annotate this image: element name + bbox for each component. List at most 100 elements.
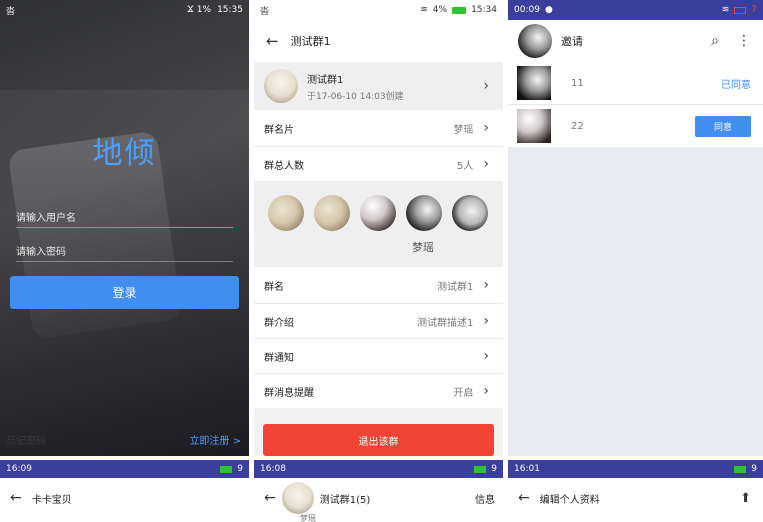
group-header-row[interactable]: 测试群1 于17-06-10 14:03创建 ›	[254, 62, 503, 110]
status-bar: 沓 ≋ 4% 15:34	[254, 0, 503, 20]
app-bar: ← 编辑个人资料 ⬆	[508, 478, 763, 518]
status-bar: 16:08 9	[254, 460, 503, 478]
row-group-name[interactable]: 群名 测试群1 ›	[254, 267, 503, 303]
wifi-signal-icon: ≋	[420, 5, 428, 15]
status-time: 16:09	[6, 464, 32, 474]
chat-screen-group: 16:08 9 ← 测试群1(5) 信息 梦瑶	[254, 460, 503, 522]
exit-group-label: 退出该群	[358, 436, 399, 448]
forgot-password-link[interactable]: 忘记密码	[6, 432, 46, 447]
group-created: 于17-06-10 14:03创建	[307, 91, 404, 102]
app-bar: ← 测试群1(5) 信息	[254, 478, 503, 518]
member-avatar[interactable]	[406, 195, 442, 231]
chevron-right-icon: ›	[483, 78, 489, 94]
edit-profile-screen: 16:01 9 ← 编辑个人资料 ⬆	[508, 460, 763, 522]
member-avatar[interactable]	[314, 195, 350, 231]
status-bar: 00:09 ● ≋ 7	[508, 0, 763, 20]
agree-button[interactable]: 同意	[694, 115, 751, 137]
row-group-notice[interactable]: 群通知 ›	[254, 339, 503, 373]
username-field[interactable]: 请输入用户名	[16, 206, 233, 228]
status-right: 7	[751, 5, 757, 15]
status-time: 00:09	[514, 5, 540, 15]
upload-icon[interactable]: ⬆	[740, 491, 751, 506]
battery-icon	[734, 465, 747, 473]
row-value: 测试群描述1	[417, 317, 474, 329]
register-link[interactable]: 立即注册 >	[189, 432, 241, 447]
row-value: 测试群1	[437, 281, 474, 293]
row-label: 群总人数	[264, 160, 304, 172]
status-right: 9	[237, 464, 243, 474]
more-vert-icon[interactable]: ⋮	[737, 33, 751, 49]
chat-bubble-icon: ●	[544, 5, 553, 15]
battery-icon	[220, 465, 233, 473]
back-arrow-icon[interactable]: ←	[518, 490, 530, 506]
invite-name: 11	[571, 77, 584, 89]
page-title: 测试群1(5)	[319, 494, 371, 506]
settings-list-bottom: 群名 测试群1 › 群介绍 测试群描述1 › 群通知 › 群消息提醒 开启 ›	[254, 267, 503, 408]
exit-group-button[interactable]: 退出该群	[263, 424, 494, 456]
member-name: 梦瑶	[412, 241, 434, 254]
chevron-right-icon: ›	[483, 120, 489, 136]
page-title: 编辑个人资料	[539, 494, 600, 506]
status-bar: 沓 Ϫ 1% 15:35	[0, 0, 249, 20]
invite-item[interactable]: 22 同意	[508, 105, 763, 147]
group-avatar	[281, 482, 314, 514]
search-icon[interactable]: ⌕	[711, 33, 719, 49]
row-value: 梦瑶	[453, 124, 474, 136]
chevron-right-icon: ›	[483, 156, 489, 172]
status-time: 16:01	[514, 464, 540, 474]
password-placeholder: 请输入密码	[16, 247, 66, 258]
row-group-intro[interactable]: 群介绍 测试群描述1 ›	[254, 304, 503, 338]
group-settings-screen: 沓 ≋ 4% 15:34 ← 测试群1 测试群1 于17-06-10 14:03…	[254, 0, 503, 456]
back-arrow-icon[interactable]: ←	[266, 32, 279, 50]
username-placeholder: 请输入用户名	[16, 213, 76, 224]
login-button[interactable]: 登录	[10, 276, 239, 309]
sender-name: 梦瑶	[300, 514, 316, 522]
invite-name: 22	[571, 120, 584, 132]
page-title: 邀请	[561, 35, 583, 48]
row-value: 5人	[457, 160, 474, 172]
back-arrow-icon[interactable]: ←	[264, 490, 276, 506]
page-title: 卡卡宝贝	[31, 494, 72, 506]
app-logo: 地倾	[92, 136, 157, 171]
chevron-right-icon: ›	[483, 313, 489, 329]
status-time: 16:08	[260, 464, 286, 474]
row-label: 群通知	[264, 352, 294, 364]
battery-icon	[452, 6, 467, 14]
invite-avatar	[517, 66, 551, 100]
battery-icon	[474, 465, 487, 473]
status-right: Ϫ 1%	[187, 5, 212, 15]
row-group-card[interactable]: 群名片 梦瑶 ›	[254, 110, 503, 146]
row-message-reminder[interactable]: 群消息提醒 开启 ›	[254, 374, 503, 408]
invite-list: 11 已同意 22 同意	[508, 62, 763, 147]
member-avatar[interactable]	[452, 195, 488, 231]
settings-list-top: 群名片 梦瑶 › 群总人数 5人 ›	[254, 110, 503, 181]
status-left: 沓	[6, 6, 16, 17]
row-value: 开启	[453, 387, 474, 399]
member-avatar[interactable]	[268, 195, 304, 231]
invite-item[interactable]: 11 已同意	[508, 62, 763, 104]
chevron-right-icon: ›	[483, 383, 489, 399]
screenshot-collage: 沓 Ϫ 1% 15:35 地倾 请输入用户名 请输入密码 登录 忘记密码 立即注…	[0, 0, 763, 522]
login-screen: 沓 Ϫ 1% 15:35 地倾 请输入用户名 请输入密码 登录 忘记密码 立即注…	[0, 0, 249, 456]
invite-avatar	[517, 109, 551, 143]
page-title: 测试群1	[290, 35, 331, 48]
back-arrow-icon[interactable]: ←	[10, 490, 22, 506]
wifi-signal-icon: ≋	[721, 5, 730, 15]
status-left: 沓	[260, 6, 270, 17]
app-bar: 邀请 ⌕ ⋮	[508, 20, 763, 62]
info-button[interactable]: 信息	[475, 491, 495, 506]
login-button-label: 登录	[112, 286, 137, 300]
member-strip: 梦瑶	[254, 181, 503, 267]
invite-screen: 00:09 ● ≋ 7 邀请 ⌕ ⋮ 11 已同意 22 同意	[508, 0, 763, 456]
chat-screen-kaka: 16:09 9 ← 卡卡宝贝	[0, 460, 249, 522]
member-avatar[interactable]	[360, 195, 396, 231]
user-avatar[interactable]	[518, 24, 552, 58]
battery-icon	[734, 6, 747, 14]
row-member-count[interactable]: 群总人数 5人 ›	[254, 147, 503, 181]
app-bar: ← 测试群1	[254, 20, 503, 62]
app-bar: ← 卡卡宝贝	[0, 478, 249, 518]
status-time: 15:34	[471, 5, 497, 15]
status-time: 15:35	[217, 5, 243, 15]
password-field[interactable]: 请输入密码	[16, 240, 233, 262]
row-label: 群名	[264, 281, 284, 293]
